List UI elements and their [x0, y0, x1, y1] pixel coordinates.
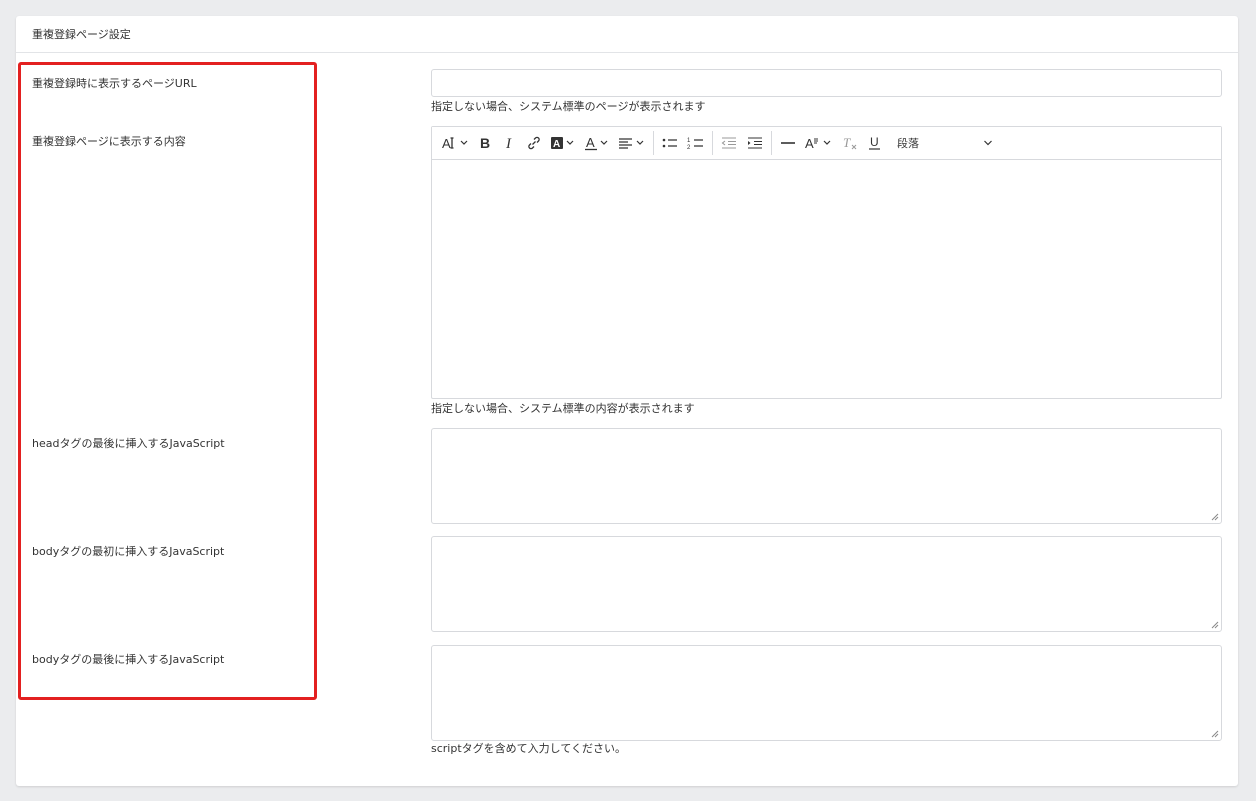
svg-text:1: 1 [687, 138, 691, 144]
body-end-js-textarea[interactable] [431, 645, 1222, 741]
body-end-js-hint: scriptタグを含めて入力してください。 [431, 742, 626, 755]
svg-text:2: 2 [687, 145, 691, 151]
font-color-button[interactable]: A [580, 131, 614, 155]
highlight-icon: A [551, 137, 574, 150]
font-color-icon: A [585, 135, 608, 151]
outdent-icon [721, 137, 736, 149]
svg-text:I: I [505, 136, 512, 151]
head-js-label: headタグの最後に挿入するJavaScript [32, 437, 225, 450]
resize-grip-icon[interactable] [1211, 513, 1219, 521]
numbered-list-button[interactable]: 1 2 [683, 131, 709, 155]
svg-text:A: A [442, 136, 451, 151]
section-title: 重複登録ページ設定 [16, 16, 1238, 53]
remove-format-button[interactable]: T [837, 131, 863, 155]
horizontal-line-icon [781, 142, 795, 144]
toolbar-separator [653, 131, 654, 155]
svg-text:B: B [480, 135, 490, 151]
underline-button[interactable]: U [863, 131, 887, 155]
head-js-textarea[interactable] [431, 428, 1222, 524]
underline-icon: U [869, 135, 880, 150]
bold-icon: B [480, 135, 490, 151]
toolbar-separator [712, 131, 713, 155]
svg-text:T: T [843, 135, 851, 150]
bulleted-list-button[interactable] [657, 131, 683, 155]
font-size-icon: A [442, 136, 468, 151]
svg-text:U: U [870, 135, 879, 149]
body-start-js-textarea[interactable] [431, 536, 1222, 632]
toolbar-separator [771, 131, 772, 155]
editor-toolbar: A B I A A 1 2 A T U 段落 [432, 127, 1221, 160]
url-field-label: 重複登録時に表示するページURL [32, 77, 197, 90]
body-start-js-label: bodyタグの最初に挿入するJavaScript [32, 545, 225, 558]
body-end-js-label: bodyタグの最後に挿入するJavaScript [32, 653, 225, 666]
align-icon [619, 138, 644, 149]
heading-select-value: 段落 [897, 137, 919, 150]
link-icon [528, 136, 540, 150]
horizontal-line-button[interactable] [775, 131, 801, 155]
indent-button[interactable] [742, 131, 768, 155]
url-input[interactable] [431, 69, 1222, 97]
editor-content-area[interactable] [432, 160, 1221, 398]
labels-highlight-box [18, 62, 317, 700]
outdent-button[interactable] [716, 131, 742, 155]
highlight-button[interactable]: A [546, 131, 580, 155]
font-style-button[interactable]: A [801, 131, 837, 155]
content-field-label: 重複登録ページに表示する内容 [32, 135, 186, 148]
settings-card: 重複登録ページ設定 重複登録時に表示するページURL 指定しない場合、システム標… [16, 16, 1238, 786]
url-hint: 指定しない場合、システム標準のページが表示されます [431, 100, 706, 113]
numbered-list-icon: 1 2 [687, 138, 703, 151]
svg-text:A: A [805, 136, 814, 151]
heading-select[interactable]: 段落 [891, 131, 999, 155]
indent-icon [748, 137, 762, 149]
italic-icon: I [505, 136, 512, 151]
resize-grip-icon[interactable] [1211, 621, 1219, 629]
remove-format-icon: T [843, 135, 857, 150]
bulleted-list-icon [662, 138, 677, 148]
svg-text:A: A [586, 135, 595, 150]
link-button[interactable] [522, 131, 546, 155]
rich-text-editor: A B I A A 1 2 A T U 段落 [431, 126, 1222, 399]
content-hint: 指定しない場合、システム標準の内容が表示されます [431, 402, 695, 415]
align-button[interactable] [614, 131, 650, 155]
svg-text:A: A [553, 139, 560, 150]
bold-button[interactable]: B [474, 131, 498, 155]
font-style-icon: A [805, 136, 831, 151]
italic-button[interactable]: I [498, 131, 522, 155]
chevron-down-icon [984, 140, 992, 146]
resize-grip-icon[interactable] [1211, 730, 1219, 738]
font-size-button[interactable]: A [438, 131, 474, 155]
